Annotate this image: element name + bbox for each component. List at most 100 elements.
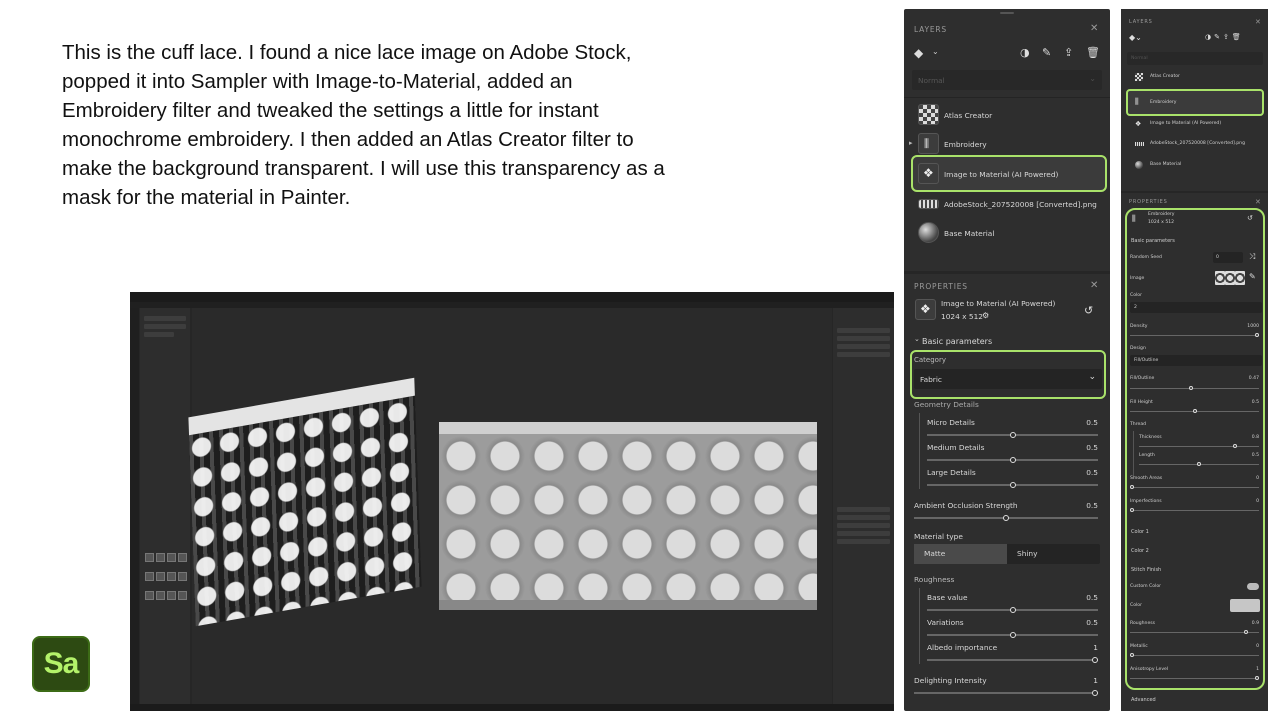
chevron-down-icon[interactable]: ⌄ [914, 335, 920, 343]
layer-name: AdobeStock_207520008 [Converted].png [944, 200, 1097, 209]
chevron-down-icon: ⌄ [1089, 74, 1096, 83]
app-properties-panel [833, 308, 894, 711]
add-layer-icon[interactable]: ◆ [914, 46, 923, 60]
close-icon[interactable]: ✕ [1255, 198, 1261, 206]
variations-value: 0.5 [1086, 618, 1098, 627]
logo-text: Sa [43, 647, 80, 680]
slider-knob[interactable] [1092, 690, 1098, 696]
ao-strength-label: Ambient Occlusion Strength [914, 501, 1018, 510]
albedo-value: 1 [1093, 643, 1098, 652]
intro-line: monochrome embroidery. I then added an A… [62, 128, 634, 151]
layer-row-base-material[interactable]: Base Material [904, 221, 1110, 245]
ai-material-icon: ❖ [915, 299, 936, 320]
ao-strength-slider[interactable] [914, 515, 1098, 521]
checker-icon [1135, 73, 1143, 81]
layer-name[interactable]: Base Material [1150, 162, 1181, 167]
intro-line: mask for the material in Painter. [62, 186, 351, 209]
large-details-label: Large Details [927, 468, 976, 477]
image-icon [918, 199, 939, 209]
intro-line: popped it into Sampler with Image-to-Mat… [62, 70, 573, 93]
intro-line: Embroidery filter and tweaked the settin… [62, 99, 599, 122]
sphere-icon [918, 222, 939, 243]
properties-layer-name: Image to Material (AI Powered) [941, 299, 1056, 308]
layers-title: LAYERS [914, 25, 947, 34]
layer-tools-icons[interactable]: ◑✎⇪🗑 [1205, 33, 1244, 41]
intro-line: This is the cuff lace. I found a nice la… [62, 41, 632, 64]
mask-icon[interactable]: ◑ [1020, 46, 1030, 59]
ai-material-icon: ❖ [1135, 120, 1142, 128]
paint-icon[interactable]: ✎ [1042, 46, 1051, 59]
filter-icon: ⫼ [918, 133, 939, 154]
app-assets-panel [140, 308, 190, 711]
layer-name[interactable]: Atlas Creator [1150, 74, 1180, 79]
highlight-outline [1125, 208, 1265, 690]
delete-icon[interactable]: 🗑 [1086, 46, 1100, 59]
properties-title: PROPERTIES [914, 282, 968, 291]
base-value-value: 0.5 [1086, 593, 1098, 602]
delighting-value: 1 [1093, 676, 1098, 685]
checker-icon [918, 104, 939, 125]
albedo-slider[interactable] [927, 657, 1098, 663]
geometry-details-label: Geometry Details [914, 400, 979, 409]
export-icon[interactable]: ⇪ [1064, 46, 1073, 59]
blend-mode-dropdown[interactable]: Normal [1127, 52, 1263, 65]
lace-3d-preview [188, 377, 422, 627]
micro-details-value: 0.5 [1086, 418, 1098, 427]
medium-details-label: Medium Details [927, 443, 985, 452]
base-value-label: Base value [927, 593, 968, 602]
sphere-icon [1135, 161, 1143, 169]
close-icon[interactable]: ✕ [1090, 280, 1098, 291]
layer-name: Base Material [944, 229, 995, 238]
panel-grip[interactable] [1000, 12, 1014, 14]
layer-name[interactable]: Image to Material (AI Powered) [1150, 121, 1221, 126]
slider-knob[interactable] [1009, 632, 1016, 638]
highlight-outline [911, 155, 1107, 192]
embroidery-panel: LAYERS ✕ ◆⌄ ◑✎⇪🗑 Normal Atlas Creator ⫼ … [1121, 9, 1268, 711]
expand-arrow-icon[interactable]: ▸ [909, 139, 913, 147]
layer-row-adobestock[interactable]: AdobeStock_207520008 [Converted].png [904, 192, 1110, 216]
slider-knob[interactable] [1009, 482, 1016, 488]
close-icon[interactable]: ✕ [1255, 18, 1261, 26]
material-type-toggle: Matte Shiny [914, 544, 1100, 564]
base-value-slider[interactable] [927, 607, 1098, 613]
blend-mode-dropdown[interactable]: Normal ⌄ [912, 70, 1102, 90]
slider-knob[interactable] [1009, 432, 1016, 438]
slider-knob[interactable] [1009, 607, 1016, 613]
image-icon [1135, 142, 1144, 146]
roughness-label: Roughness [914, 575, 955, 584]
layer-row-atlas-creator[interactable]: Atlas Creator [904, 103, 1110, 127]
material-type-label: Material type [914, 532, 963, 541]
large-details-slider[interactable] [927, 482, 1098, 488]
medium-details-slider[interactable] [927, 457, 1098, 463]
properties-title: PROPERTIES [1129, 199, 1168, 205]
albedo-label: Albedo importance [927, 643, 998, 652]
slider-knob[interactable] [1003, 515, 1009, 521]
shiny-option[interactable]: Shiny [1007, 544, 1100, 564]
slider-knob[interactable] [1009, 457, 1016, 463]
highlight-outline [1126, 89, 1264, 116]
variations-label: Variations [927, 618, 964, 627]
delighting-slider[interactable] [914, 690, 1098, 696]
slide: This is the cuff lace. I found a nice la… [0, 0, 1280, 720]
add-layer-icon[interactable]: ◆⌄ [1129, 33, 1142, 42]
micro-details-slider[interactable] [927, 432, 1098, 438]
variations-slider[interactable] [927, 632, 1098, 638]
micro-details-label: Micro Details [927, 418, 975, 427]
app-toolstrip [130, 308, 139, 711]
gear-icon[interactable]: ⚙ [982, 311, 989, 320]
chevron-down-icon[interactable]: ⌄ [932, 47, 939, 56]
layer-name[interactable]: AdobeStock_207520008 [Converted].png [1150, 141, 1245, 146]
matte-option[interactable]: Matte [914, 544, 1007, 564]
basic-parameters-header[interactable]: Basic parameters [922, 337, 992, 346]
delighting-label: Delighting Intensity [914, 676, 987, 685]
sampler-app-screenshot [130, 292, 894, 711]
slider-knob[interactable] [1092, 657, 1098, 663]
intro-paragraph: This is the cuff lace. I found a nice la… [62, 38, 722, 212]
advanced-section[interactable]: Advanced [1131, 697, 1156, 703]
layer-row-embroidery[interactable]: ▸ ⫼ Embroidery [904, 132, 1110, 156]
highlight-outline [910, 350, 1106, 399]
app-statusbar [130, 704, 894, 711]
layers-properties-panel: LAYERS ✕ ◆ ⌄ ◑ ✎ ⇪ 🗑 Normal ⌄ Atlas Crea… [904, 9, 1110, 711]
close-icon[interactable]: ✕ [1090, 23, 1098, 34]
reset-icon[interactable]: ↺ [1084, 304, 1093, 317]
